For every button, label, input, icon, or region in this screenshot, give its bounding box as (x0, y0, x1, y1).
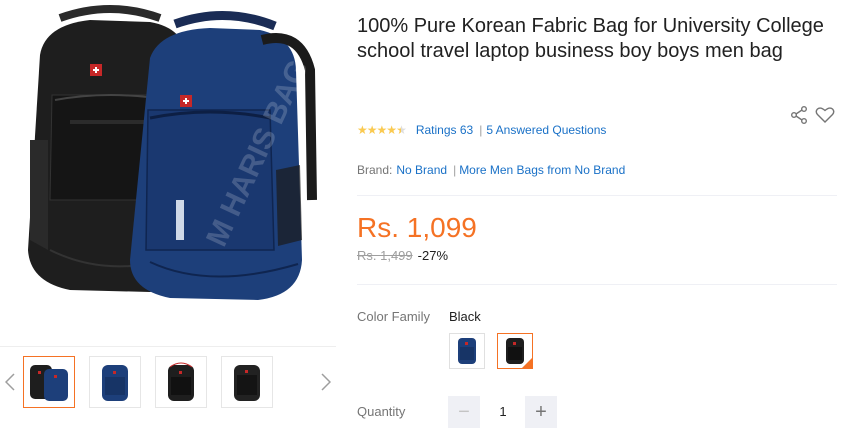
answered-questions-link[interactable]: 5 Answered Questions (486, 123, 606, 137)
both-bags-thumb-icon (30, 365, 68, 401)
brand-link[interactable]: No Brand (396, 163, 447, 177)
product-gallery: M HARIS BAG (0, 0, 336, 440)
gallery-next-arrow[interactable] (319, 372, 333, 392)
color-family-label: Color Family (357, 309, 430, 324)
original-price: Rs. 1,499 (357, 248, 413, 263)
thumbnail-2[interactable] (89, 356, 141, 408)
star-icon: ★ (366, 123, 378, 137)
quantity-increase-button[interactable]: + (525, 396, 557, 428)
old-price-row: Rs. 1,499 -27% (357, 248, 448, 263)
black-bag-thumb-icon (168, 362, 194, 401)
selected-check-icon (522, 358, 532, 368)
more-from-brand-link[interactable]: More Men Bags from No Brand (459, 163, 625, 177)
divider (357, 284, 837, 285)
thumbnail-1[interactable] (23, 356, 75, 408)
separator: | (479, 123, 483, 137)
half-star-icon: ★ (396, 123, 407, 137)
color-swatch-black[interactable] (497, 333, 533, 369)
thumbnail-3[interactable] (155, 356, 207, 408)
main-product-image[interactable]: M HARIS BAG (0, 0, 336, 345)
quantity-label: Quantity (357, 404, 406, 419)
wishlist-heart-icon[interactable] (815, 106, 835, 124)
quantity-input[interactable] (485, 397, 521, 427)
share-icon[interactable] (791, 106, 807, 124)
color-swatch-blue[interactable] (449, 333, 485, 369)
color-family-row: Color Family Black (357, 309, 481, 324)
current-price: Rs. 1,099 (357, 212, 477, 243)
selected-color-value: Black (449, 309, 481, 324)
rating-stars[interactable]: ★ ★ ★ ★ ★ (357, 123, 407, 137)
discount-badge: -27% (417, 248, 449, 263)
blue-bag-thumb-icon (102, 365, 128, 401)
quantity-decrease-button[interactable]: − (448, 396, 480, 428)
thumbnail-4[interactable] (221, 356, 273, 408)
star-icon: ★ (386, 123, 397, 137)
star-icon: ★ (357, 123, 368, 137)
brand-label: Brand: (357, 163, 393, 177)
product-title: 100% Pure Korean Fabric Bag for Universi… (357, 15, 824, 62)
ratings-link[interactable]: Ratings 63 (416, 123, 473, 137)
black-bag-alt-thumb-icon (234, 365, 260, 401)
star-icon: ★ (376, 123, 388, 137)
blue-bag-swatch-icon (458, 338, 476, 364)
gallery-prev-arrow[interactable] (3, 372, 17, 392)
gallery-divider (0, 346, 336, 347)
rating-row: ★ ★ ★ ★ ★ Ratings 63 | 5 Answered Questi… (357, 123, 606, 137)
separator: | (453, 163, 457, 177)
brand-row: Brand: No Brand | More Men Bags from No … (357, 163, 625, 177)
divider (357, 195, 837, 196)
